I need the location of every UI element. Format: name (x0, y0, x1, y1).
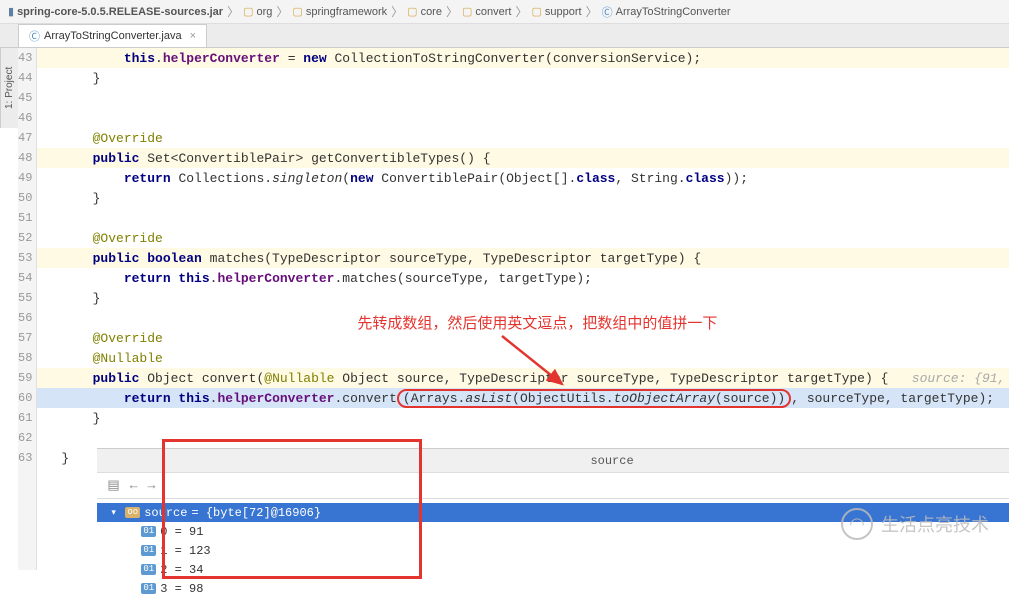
code-line: @Override (37, 128, 1009, 148)
line-number: 49 (18, 168, 36, 188)
line-number: ●↑@48 (18, 148, 36, 168)
chevron-icon: 〉 (227, 3, 239, 20)
code-line: public Object convert(@Nullable Object s… (37, 368, 1009, 388)
annotation-text: 先转成数组，然后使用英文逗点，把数组中的值拼一下 (357, 312, 717, 333)
project-tool-tab[interactable]: 1: Project (0, 48, 18, 128)
line-number: 51 (18, 208, 36, 228)
code-area[interactable]: this.helperConverter = new CollectionToS… (37, 48, 1009, 570)
code-line (37, 428, 1009, 448)
class-icon: Ⓒ (29, 28, 40, 44)
close-icon[interactable]: × (190, 30, 196, 42)
line-number: ●↑43 (18, 48, 36, 68)
file-tab[interactable]: Ⓒ ArrayToStringConverter.java × (18, 24, 207, 47)
debug-header: source (97, 449, 1009, 473)
code-line (37, 208, 1009, 228)
index-icon: 01 (141, 545, 156, 556)
breadcrumb-pkg[interactable]: ▢core (407, 5, 442, 18)
code-line (37, 88, 1009, 108)
code-editor: ●↑43 44 45 46 47 ●↑@48 49 50 51 52 ●↑@53… (18, 48, 1009, 570)
breadcrumb-pkg[interactable]: ▢convert (462, 5, 511, 18)
code-line: public Set<ConvertiblePair> getConvertib… (37, 148, 1009, 168)
line-number: 46 (18, 108, 36, 128)
code-line: return this.helperConverter.matches(sour… (37, 268, 1009, 288)
folder-icon: ▢ (531, 5, 541, 18)
editor-tabs: Ⓒ ArrayToStringConverter.java × (0, 24, 1009, 48)
folder-icon: ▢ (292, 5, 302, 18)
line-number: 47 (18, 128, 36, 148)
code-line: public boolean matches(TypeDescriptor so… (37, 248, 1009, 268)
code-line: @Nullable (37, 348, 1009, 368)
line-number: 45 (18, 88, 36, 108)
line-number: 54 (18, 268, 36, 288)
chevron-icon: 〉 (515, 3, 527, 20)
debug-variable-item[interactable]: 011 = 123 (97, 541, 1009, 560)
chevron-icon: 〉 (586, 3, 598, 20)
code-line: } (37, 408, 1009, 428)
jar-icon: ▮ (8, 5, 14, 18)
debug-variable-item[interactable]: 013 = 98 (97, 579, 1009, 598)
code-line: } (37, 68, 1009, 88)
wechat-icon: ◠ (841, 508, 873, 540)
debug-toolbar: ▤ ← → (97, 473, 1009, 499)
filter-icon[interactable]: ▤ (107, 478, 119, 493)
line-gutter: ●↑43 44 45 46 47 ●↑@48 49 50 51 52 ●↑@53… (18, 48, 37, 570)
breadcrumb-jar[interactable]: ▮spring-core-5.0.5.RELEASE-sources.jar (8, 5, 223, 18)
line-number: 52 (18, 228, 36, 248)
breadcrumb-pkg[interactable]: ▢springframework (292, 5, 387, 18)
line-number: 61 (18, 408, 36, 428)
back-icon[interactable]: ← (130, 478, 138, 493)
breadcrumb-pkg[interactable]: ▢org (243, 5, 272, 18)
code-line (37, 108, 1009, 128)
breadcrumb-pkg[interactable]: ▢support (531, 5, 581, 18)
chevron-icon: 〉 (391, 3, 403, 20)
breadcrumb-bar: ▮spring-core-5.0.5.RELEASE-sources.jar 〉… (0, 0, 1009, 24)
code-line: } (37, 188, 1009, 208)
object-icon: oo (125, 507, 140, 518)
folder-icon: ▢ (462, 5, 472, 18)
chevron-icon: 〉 (276, 3, 288, 20)
watermark: ◠ 生活点亮技术 (841, 508, 989, 540)
line-number: 56 (18, 308, 36, 328)
class-icon: Ⓒ (602, 4, 613, 20)
line-number: 50 (18, 188, 36, 208)
code-line: this.helperConverter = new CollectionToS… (37, 48, 1009, 68)
code-line: return Collections.singleton(new Convert… (37, 168, 1009, 188)
line-number: ●↑@53 (18, 248, 36, 268)
line-number: 57 (18, 328, 36, 348)
code-line: @Override (37, 228, 1009, 248)
index-icon: 01 (141, 526, 156, 537)
tab-label: ArrayToStringConverter.java (44, 30, 182, 42)
folder-icon: ▢ (243, 5, 253, 18)
folder-icon: ▢ (407, 5, 417, 18)
forward-icon[interactable]: → (148, 478, 156, 493)
line-number: 62 (18, 428, 36, 448)
line-number: 55 (18, 288, 36, 308)
line-number: 63 (18, 448, 36, 468)
line-number: 60 (18, 388, 36, 408)
index-icon: 01 (141, 583, 156, 594)
chevron-icon: 〉 (446, 3, 458, 20)
line-number: ●↑@59 (18, 368, 36, 388)
code-line: } (37, 288, 1009, 308)
line-number: 44 (18, 68, 36, 88)
highlight-box: (Arrays.asList(ObjectUtils.toObjectArray… (397, 389, 791, 408)
expand-icon[interactable]: ▾ (111, 508, 121, 518)
breadcrumb-class[interactable]: ⒸArrayToStringConverter (602, 4, 731, 20)
line-number: 58 (18, 348, 36, 368)
code-line: return this.helperConverter.convert(Arra… (37, 388, 1009, 408)
